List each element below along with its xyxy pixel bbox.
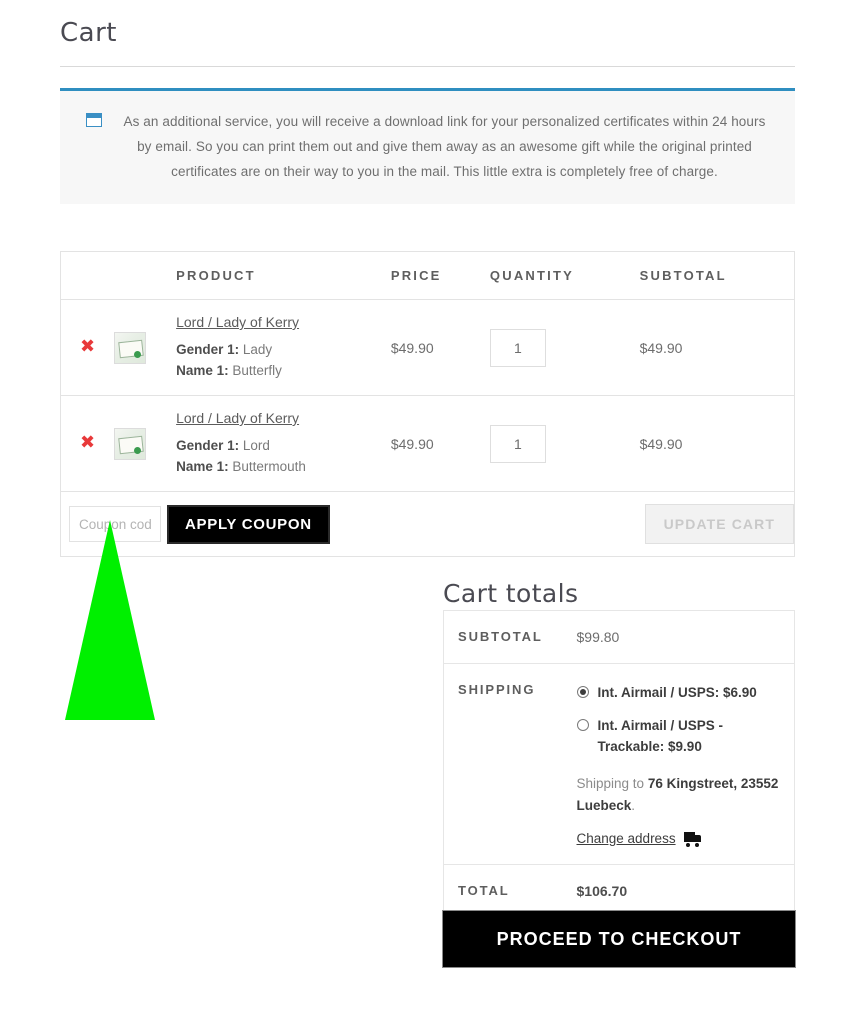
meta-value: Lord [242,438,270,453]
totals-row-subtotal: SUBTOTAL $99.80 [443,611,795,664]
product-name-link[interactable]: Lord / Lady of Kerry [176,314,391,330]
shipping-option-label: Int. Airmail / USPS - Trackable: $9.90 [597,718,724,754]
cart-totals-table: SUBTOTAL $99.80 SHIPPING Int. Airmail / … [443,610,795,918]
product-meta-name: Name 1: Butterfly [176,360,391,381]
update-cart-cell: UPDATE CART [490,492,795,557]
page-header: Cart [60,18,795,67]
remove-item-icon[interactable]: ✖ [80,434,95,452]
cart-table-body: ✖ Lord / Lady of Kerry Gender 1: Lady Na… [60,300,795,557]
thumbnail-cell [114,396,176,492]
shipping-destination: Shipping to 76 Kingstreet, 23552 Luebeck… [577,773,781,817]
column-remove [60,251,115,300]
radio-unselected-icon[interactable] [576,719,589,731]
shipping-to-suffix: . [631,798,636,813]
cart-table-head: PRODUCT PRICE QUANTITY SUBTOTAL [60,251,795,300]
subtotal-amount: $99.80 [576,629,620,645]
column-quantity: QUANTITY [489,251,640,300]
certificate-window-icon [86,113,102,127]
product-meta-gender: Gender 1: Lady [176,339,391,360]
page-title: Cart [60,18,117,48]
service-notice-banner: As an additional service, you will recei… [60,88,795,204]
cart-items-table: PRODUCT PRICE QUANTITY SUBTOTAL ✖ Lord /… [60,251,795,557]
meta-label: Name 1: [176,363,229,378]
change-address-group: Change address [577,831,781,847]
certificate-thumbnail[interactable] [114,331,147,364]
totals-row-shipping: SHIPPING Int. Airmail / USPS: $6.90 Int.… [443,664,795,865]
delivery-truck-icon [683,832,701,847]
shipping-option-label: Int. Airmail / USPS: $6.90 [597,685,757,700]
column-thumbnail [114,251,177,300]
cart-table-header-row: PRODUCT PRICE QUANTITY SUBTOTAL [60,251,795,300]
remove-item-icon[interactable]: ✖ [80,338,95,356]
product-name-link[interactable]: Lord / Lady of Kerry [176,410,391,426]
column-product: PRODUCT [176,251,391,300]
price-cell: $49.90 [390,435,434,452]
proceed-to-checkout-button[interactable]: PROCEED TO CHECKOUT [442,910,796,968]
cart-totals-title: Cart totals [443,578,579,608]
subtotal-label: SUBTOTAL [458,629,543,644]
shipping-to-prefix: Shipping to [576,776,648,791]
quantity-cell [489,300,640,396]
meta-value: Buttermouth [232,459,306,474]
product-cell: Lord / Lady of Kerry Gender 1: Lady Name… [176,300,391,396]
meta-label: Gender 1: [176,342,240,357]
change-address-link[interactable]: Change address [577,831,676,846]
coupon-row: APPLY COUPON UPDATE CART [60,492,795,557]
apply-coupon-button[interactable]: APPLY COUPON [166,503,331,545]
product-meta-name: Name 1: Buttermouth [176,456,391,477]
quantity-input[interactable] [489,424,546,463]
column-price: PRICE [390,251,490,300]
shipping-option-airmail[interactable]: Int. Airmail / USPS: $6.90 [576,682,781,703]
meta-value: Butterfly [232,363,282,378]
quantity-input[interactable] [489,328,546,367]
title-divider [60,66,795,67]
radio-selected-icon[interactable] [576,686,589,698]
table-row: ✖ Lord / Lady of Kerry Gender 1: Lady Na… [60,300,795,396]
shipping-option-trackable[interactable]: Int. Airmail / USPS - Trackable: $9.90 [576,715,781,757]
meta-value: Lady [242,342,273,357]
update-cart-button[interactable]: UPDATE CART [644,504,794,544]
totals-row-total: TOTAL $106.70 [444,865,795,918]
total-value: $106.70 [577,865,795,918]
product-cell: Lord / Lady of Kerry Gender 1: Lord Name… [176,396,391,492]
column-subtotal: SUBTOTAL [639,251,795,300]
meta-label: Gender 1: [176,438,240,453]
service-notice-text: As an additional service, you will recei… [123,114,766,179]
total-amount: $106.70 [576,883,628,899]
subtotal-cell: $49.90 [639,339,683,356]
quantity-cell [489,396,640,492]
table-row: ✖ Lord / Lady of Kerry Gender 1: Lord Na… [60,396,795,492]
shipping-options-cell: Int. Airmail / USPS: $6.90 Int. Airmail … [576,664,795,865]
price-cell: $49.90 [390,339,434,356]
meta-label: Name 1: [176,459,229,474]
product-meta-gender: Gender 1: Lord [176,435,391,456]
subtotal-cell: $49.90 [639,435,683,452]
remove-cell: ✖ [61,396,115,492]
green-pointer-triangle [65,520,155,720]
remove-cell: ✖ [61,300,115,396]
truck-wheels [685,843,701,847]
cart-page: Cart As an additional service, you will … [0,0,865,1024]
certificate-thumbnail[interactable] [114,427,147,460]
subtotal-value: $99.80 [577,611,795,664]
thumbnail-cell [114,300,176,396]
shipping-label: SHIPPING [458,682,536,697]
total-label: TOTAL [458,883,510,898]
